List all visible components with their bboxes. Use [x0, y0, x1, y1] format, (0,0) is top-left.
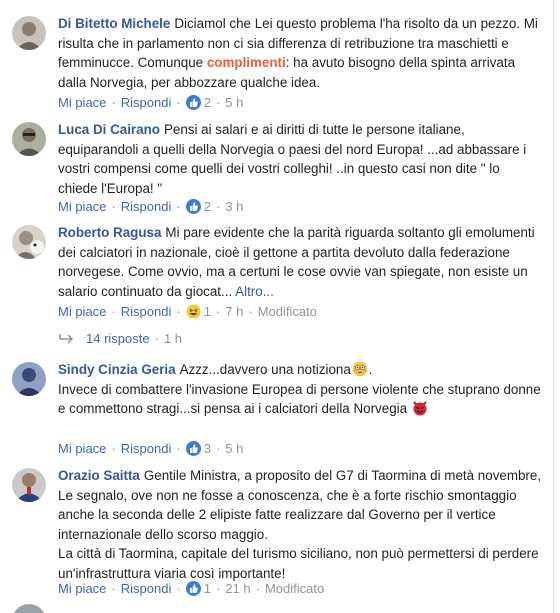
like-count[interactable]: 1	[204, 581, 211, 596]
avatar[interactable]	[12, 16, 46, 50]
comment-body: Luca Di Cairano Pensi ai salari e ai diri…	[58, 120, 542, 198]
like-count[interactable]: 2	[204, 95, 211, 110]
timestamp[interactable]: 3 h	[225, 199, 243, 214]
like-count[interactable]: 3	[204, 441, 211, 456]
modified-label[interactable]: Modificato	[258, 304, 317, 319]
thumbs-up-icon	[185, 199, 201, 214]
author-name[interactable]: Orazio Saitta	[58, 468, 140, 483]
author-name[interactable]: Roberto Ragusa	[58, 225, 161, 240]
comment-body: Orazio Saitta Gentile Ministra, a proposi…	[58, 466, 542, 583]
comment-text-second: La città di Taormina, capitale del turis…	[58, 546, 539, 581]
comment-actions: Mi piace · Rispondi · 1 · 7 h · Modificato	[58, 304, 317, 319]
comment-actions: Mi piace · Rispondi · 2 · 5 h	[58, 95, 244, 110]
like-button[interactable]: Mi piace	[58, 581, 106, 596]
modified-label[interactable]: Modificato	[265, 581, 324, 596]
thumbs-up-icon	[185, 581, 201, 596]
comments-feed: Di Bitetto Michele Diciamol che Lei quest…	[0, 0, 560, 613]
like-count[interactable]: 2	[204, 199, 211, 214]
author-name[interactable]: Luca Di Cairano	[58, 122, 160, 137]
like-button[interactable]: Mi piace	[58, 441, 106, 456]
flushed-emoji-icon	[352, 361, 368, 377]
timestamp[interactable]: 21 h	[225, 581, 250, 596]
comment-actions: Mi piace · Rispondi · 2 · 3 h	[58, 199, 244, 214]
avatar[interactable]	[12, 225, 46, 259]
replies-link[interactable]: 14 risposte · 1 h	[58, 330, 182, 348]
next-comment-avatar[interactable]	[12, 604, 46, 613]
author-name[interactable]: Di Bitetto Michele	[58, 16, 170, 31]
comment-actions: Mi piace · Rispondi · 1 · 21 h · Modificato	[58, 581, 325, 596]
reaction-count[interactable]: 1	[204, 304, 211, 319]
replies-count[interactable]: 14 risposte	[86, 331, 150, 346]
comment-text-rest: Invece di combattere l'invasione Europea…	[58, 381, 541, 417]
like-button[interactable]: Mi piace	[58, 304, 106, 319]
comment-text: Azzz...davvero una notiziona	[179, 362, 351, 377]
see-more-link[interactable]: Altro...	[235, 284, 274, 299]
timestamp[interactable]: 5 h	[225, 441, 243, 456]
reply-arrow-icon	[59, 334, 74, 344]
reply-button[interactable]: Rispondi	[121, 304, 172, 319]
avatar[interactable]	[12, 122, 46, 156]
avatar[interactable]	[12, 468, 46, 502]
highlighted-word: complimenti	[206, 55, 286, 70]
comment-body: Di Bitetto Michele Diciamol che Lei quest…	[58, 14, 542, 92]
reply-button[interactable]: Rispondi	[121, 441, 172, 456]
timestamp[interactable]: 7 h	[225, 304, 243, 319]
devil-emoji-icon	[412, 400, 428, 416]
replies-timestamp: 1 h	[163, 331, 183, 346]
comment-body: Roberto Ragusa Mi pare evidente che la pa…	[58, 223, 542, 301]
comment-actions: Mi piace · Rispondi · 3 · 5 h	[58, 441, 244, 456]
reply-button[interactable]: Rispondi	[121, 581, 172, 596]
comment-body: Sindy Cinzia Geria Azzz...davvero una not…	[58, 361, 541, 417]
like-button[interactable]: Mi piace	[58, 95, 106, 110]
timestamp[interactable]: 5 h	[225, 95, 243, 110]
thumbs-up-icon	[185, 95, 201, 110]
reply-button[interactable]: Rispondi	[121, 199, 172, 214]
thumbs-up-icon	[185, 441, 201, 456]
feed-right-border	[553, 0, 554, 613]
avatar[interactable]	[12, 362, 46, 396]
like-button[interactable]: Mi piace	[58, 199, 106, 214]
author-name[interactable]: Sindy Cinzia Geria	[58, 362, 176, 377]
haha-emoji-icon	[186, 304, 201, 319]
reply-button[interactable]: Rispondi	[121, 95, 172, 110]
